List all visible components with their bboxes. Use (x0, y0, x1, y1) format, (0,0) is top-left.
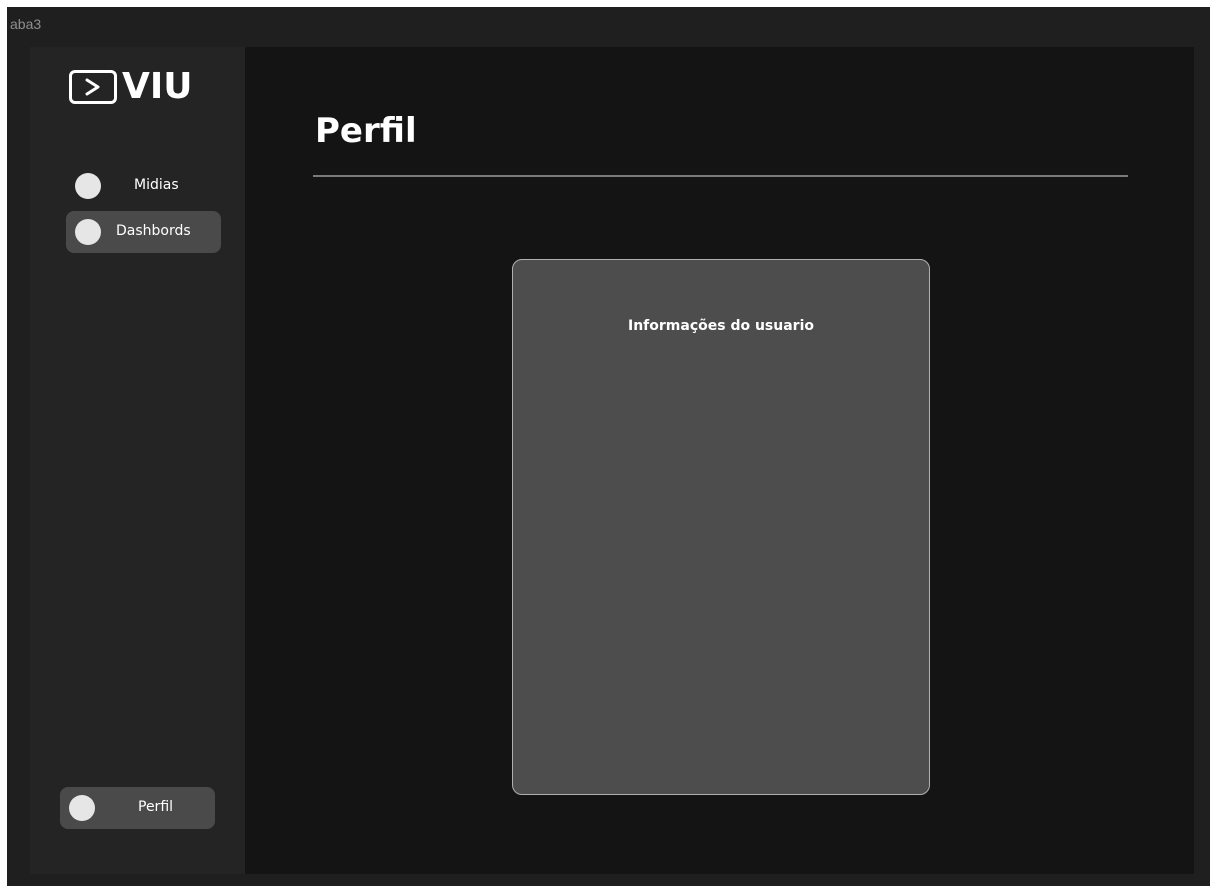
circle-icon (75, 219, 101, 245)
sidebar-item-label: Midias (134, 177, 179, 193)
logo-text: VIU (122, 66, 193, 107)
sidebar-item-label: Dashbords (116, 223, 191, 239)
main-content: Perfil Informações do usuario (245, 47, 1194, 874)
title-divider (313, 175, 1128, 177)
circle-icon (75, 173, 101, 199)
app-window: aba3 VIU Midias Dashbords Perfil Perfil (7, 7, 1210, 886)
page-title: Perfil (315, 111, 417, 151)
sidebar-item-perfil[interactable]: Perfil (60, 787, 215, 829)
user-info-card: Informações do usuario (512, 259, 930, 795)
sidebar-item-label: Perfil (138, 799, 174, 815)
circle-icon (69, 795, 95, 821)
sidebar: VIU Midias Dashbords Perfil (30, 47, 245, 874)
sidebar-item-midias[interactable]: Midias (66, 165, 221, 207)
sidebar-item-dashbords[interactable]: Dashbords (66, 211, 221, 253)
frame-label: aba3 (10, 16, 42, 32)
card-title: Informações do usuario (628, 318, 814, 334)
play-chevron-icon (69, 70, 117, 104)
app-logo[interactable]: VIU (69, 67, 193, 107)
